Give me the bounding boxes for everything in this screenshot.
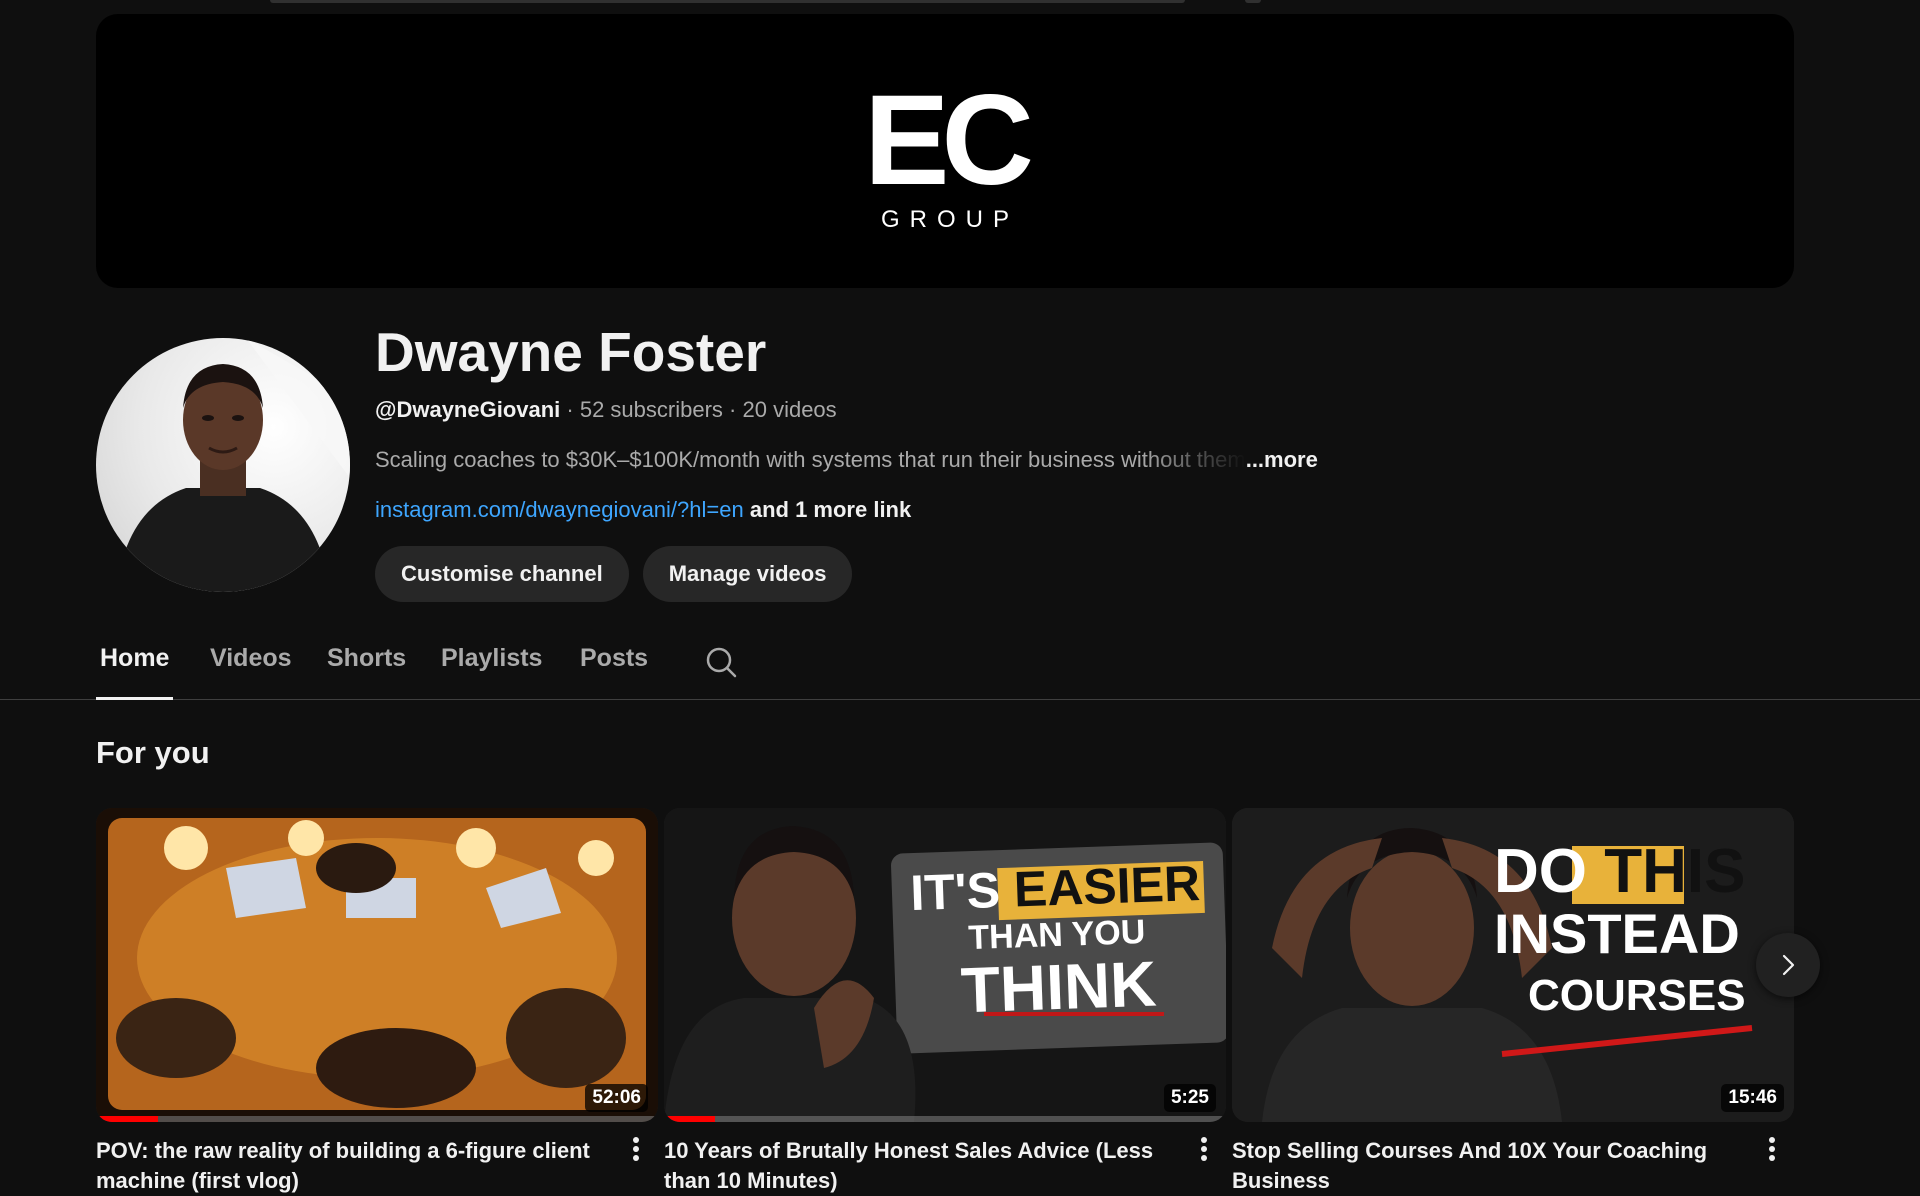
video-count: 20 videos [742, 397, 837, 422]
channel-meta: @DwayneGiovani · 52 subscribers · 20 vid… [375, 396, 1575, 424]
video-card[interactable]: DO THIS INSTEAD COURSES 15:46 Stop Selli… [1232, 808, 1794, 1196]
more-options-icon[interactable] [626, 1134, 646, 1166]
logo-subtitle: GROUP [880, 206, 1019, 233]
video-thumbnail[interactable]: DO THIS INSTEAD COURSES 15:46 [1232, 808, 1794, 1122]
mic-button-edge[interactable] [1245, 0, 1261, 3]
watch-progress [664, 1116, 1226, 1122]
more-links-button[interactable]: and 1 more link [750, 497, 911, 522]
watch-progress-fill [96, 1116, 158, 1122]
carousel-next-button[interactable] [1756, 933, 1820, 997]
tab-videos[interactable]: Videos [210, 644, 292, 700]
channel-tabs: Home Videos Shorts Playlists Posts [0, 630, 1920, 700]
thumbnail-text: IT'S EASIER THAN YOU THINK [893, 854, 1220, 1027]
watch-progress-fill [664, 1116, 715, 1122]
more-options-icon[interactable] [1194, 1134, 1214, 1166]
tab-playlists[interactable]: Playlists [441, 644, 542, 700]
watch-progress [96, 1116, 658, 1122]
video-thumbnail[interactable]: 52:06 [96, 808, 658, 1122]
description-more-link[interactable]: ...more [1246, 447, 1318, 472]
thumb-word: DO [1494, 837, 1587, 906]
manage-videos-button[interactable]: Manage videos [642, 546, 853, 602]
search-bar-edge[interactable] [270, 0, 1185, 3]
thumb-word: THINK [959, 947, 1158, 1027]
video-title[interactable]: 10 Years of Brutally Honest Sales Advice… [664, 1136, 1226, 1196]
channel-description[interactable]: Scaling coaches to $30K–$100K/month with… [375, 446, 1375, 474]
video-title[interactable]: POV: the raw reality of building a 6-fig… [96, 1136, 658, 1196]
meta-separator: · [722, 397, 743, 422]
tab-home[interactable]: Home [95, 644, 174, 700]
channel-avatar[interactable] [96, 338, 350, 592]
top-bar-edge [0, 0, 1920, 14]
tab-posts[interactable]: Posts [580, 644, 648, 700]
video-thumbnail[interactable]: IT'S EASIER THAN YOU THINK 5:25 [664, 808, 1226, 1122]
video-title[interactable]: Stop Selling Courses And 10X Your Coachi… [1232, 1136, 1794, 1196]
meta-separator: · [560, 397, 580, 422]
subscriber-count: 52 subscribers [579, 397, 723, 422]
tab-shorts[interactable]: Shorts [327, 644, 406, 700]
thumb-word-highlight: EASIER [1012, 854, 1201, 918]
ec-group-logo: EC GROUP [864, 69, 1034, 234]
channel-actions: Customise channel Manage videos [375, 546, 1575, 602]
channel-links: instagram.com/dwaynegiovani/?hl=en and 1… [375, 496, 1575, 524]
search-icon[interactable] [704, 646, 738, 680]
thumb-word-highlight: THIS [1604, 837, 1746, 906]
channel-info: Dwayne Foster @DwayneGiovani · 52 subscr… [375, 318, 1575, 602]
logo-mark: EC [864, 69, 1034, 212]
section-title: For you [96, 735, 210, 770]
thumb-word: COURSES [1528, 971, 1746, 1020]
video-duration: 52:06 [585, 1084, 648, 1112]
thumbnail-text: DO THIS INSTEAD COURSES [1494, 840, 1794, 1028]
channel-banner: EC GROUP [96, 14, 1794, 288]
video-duration: 15:46 [1721, 1084, 1784, 1112]
instagram-link[interactable]: instagram.com/dwaynegiovani/?hl=en [375, 497, 744, 522]
channel-handle: @DwayneGiovani [375, 397, 561, 422]
thumb-word: IT'S [909, 861, 1001, 922]
more-options-icon[interactable] [1762, 1134, 1782, 1166]
channel-name: Dwayne Foster [375, 321, 767, 383]
thumb-word: INSTEAD [1494, 902, 1740, 965]
video-duration: 5:25 [1163, 1084, 1216, 1112]
video-card[interactable]: 52:06 POV: the raw reality of building a… [96, 808, 658, 1196]
description-text: Scaling coaches to $30K–$100K/month with… [375, 447, 1246, 472]
video-card[interactable]: IT'S EASIER THAN YOU THINK 5:25 10 Years… [664, 808, 1226, 1196]
customise-channel-button[interactable]: Customise channel [375, 546, 629, 602]
chevron-right-icon [1782, 954, 1795, 976]
